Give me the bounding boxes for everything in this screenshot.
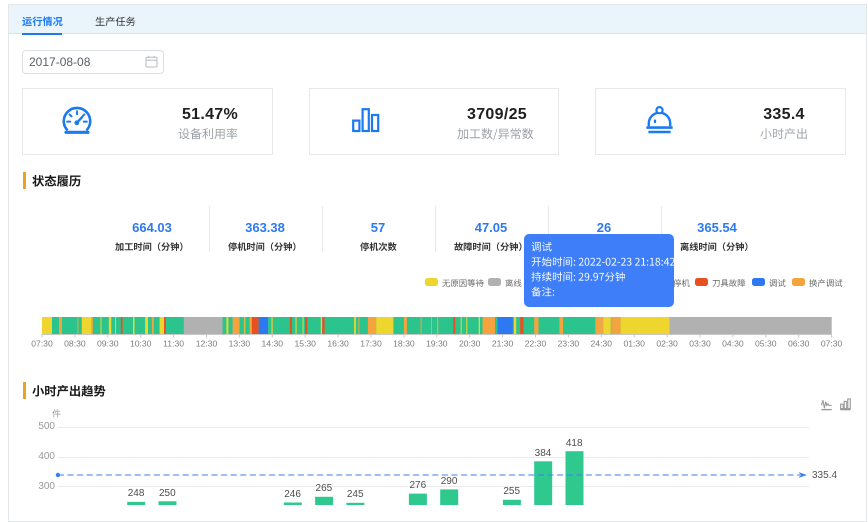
svg-text:19:30: 19:30 [426, 339, 448, 349]
svg-text:16:30: 16:30 [327, 339, 349, 349]
svg-text:11:30: 11:30 [163, 339, 184, 349]
svg-text:02:30: 02:30 [656, 339, 678, 349]
svg-text:10:30: 10:30 [130, 339, 152, 349]
svg-text:01:30: 01:30 [623, 339, 645, 349]
svg-text:07:30: 07:30 [821, 339, 843, 349]
svg-text:18:30: 18:30 [393, 339, 415, 349]
svg-text:05:30: 05:30 [755, 339, 777, 349]
svg-text:22:30: 22:30 [525, 339, 547, 349]
svg-text:07:30: 07:30 [31, 339, 53, 349]
svg-text:03:30: 03:30 [689, 339, 711, 349]
svg-text:12:30: 12:30 [196, 339, 218, 349]
svg-text:04:30: 04:30 [722, 339, 744, 349]
svg-text:13:30: 13:30 [229, 339, 251, 349]
svg-text:08:30: 08:30 [64, 339, 86, 349]
svg-text:20:30: 20:30 [459, 339, 481, 349]
svg-text:24:30: 24:30 [591, 339, 613, 349]
svg-text:17:30: 17:30 [360, 339, 382, 349]
svg-text:06:30: 06:30 [788, 339, 810, 349]
svg-text:09:30: 09:30 [97, 339, 119, 349]
svg-text:23:30: 23:30 [558, 339, 580, 349]
svg-text:21:30: 21:30 [492, 339, 514, 349]
svg-text:15:30: 15:30 [294, 339, 316, 349]
svg-text:14:30: 14:30 [262, 339, 284, 349]
